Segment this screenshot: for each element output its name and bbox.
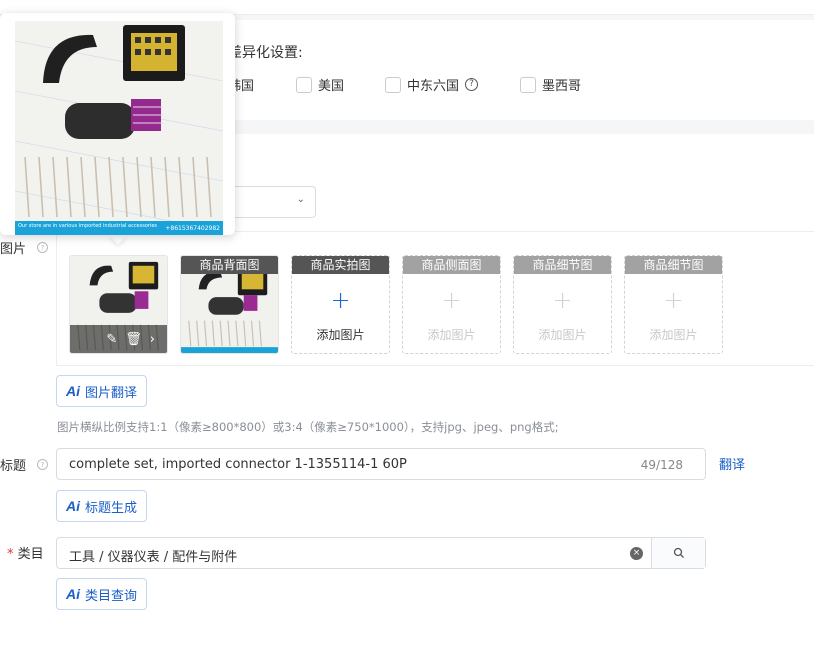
title-generate-button[interactable]: Ai 标题生成 (56, 490, 148, 522)
middle-east-label: 中东六国 (407, 79, 460, 94)
image-translate-button[interactable]: Ai 图片翻译 (56, 375, 148, 407)
image-translate-label: 图片翻译 (85, 385, 138, 401)
title-input[interactable]: complete set, imported connector 1-13551… (56, 448, 706, 480)
chevron-down-icon: ⌄ (296, 194, 305, 205)
preview-phone: +8615367402982 (165, 225, 220, 232)
add-image-label: 添加图片 (538, 328, 587, 342)
slot-header: 商品实拍图 (292, 256, 389, 274)
title-generate-label: 标题生成 (85, 500, 138, 516)
slot-header: 商品细节图 (514, 256, 611, 274)
help-icon[interactable]: ? (465, 78, 479, 91)
add-image-label: 添加图片 (649, 328, 698, 342)
title-translate-link[interactable]: 翻译 (719, 454, 745, 473)
slot-header: 商品背面图 (181, 256, 278, 274)
category-search-button[interactable] (651, 538, 705, 568)
required-marker: * (7, 547, 18, 562)
preview-image: Our store are in various imported indust… (15, 21, 223, 235)
images-label: 图片 (0, 242, 27, 257)
clear-icon[interactable]: × (630, 547, 643, 560)
ai-icon: Ai (66, 586, 80, 602)
title-value: complete set, imported connector 1-13551… (69, 457, 407, 472)
country-checkbox-mexico[interactable]: 墨西哥 (520, 75, 581, 94)
plus-icon: + (330, 286, 351, 314)
ai-icon: Ai (66, 498, 80, 514)
category-label-text: 类目 (17, 547, 44, 562)
image-slot-detail-2[interactable]: 商品细节图 + 添加图片 (624, 255, 723, 354)
help-icon[interactable]: ? (37, 242, 48, 253)
product-photo-large (15, 21, 223, 235)
edit-icon[interactable]: ✎ (106, 332, 117, 347)
country-checkbox-usa[interactable]: 美国 (296, 75, 344, 94)
country-checkbox-middle-east[interactable]: 中东六国 ? (385, 75, 479, 94)
image-slot-back[interactable]: 商品背面图 (180, 255, 279, 354)
title-counter: 49/128 (640, 458, 683, 472)
plus-icon: + (552, 286, 573, 314)
slot-header: 商品细节图 (625, 256, 722, 274)
add-image-label: 添加图片 (316, 328, 365, 342)
delete-icon[interactable]: 🗑 (125, 332, 142, 347)
differentiation-title: 差异化设置: (228, 45, 303, 61)
category-value: 工具 / 仪器仪表 / 配件与附件 (69, 550, 238, 565)
image-slot-side[interactable]: 商品侧面图 + 添加图片 (402, 255, 501, 354)
usa-label: 美国 (318, 79, 345, 94)
slot-header: 商品侧面图 (403, 256, 500, 274)
product-edit-page: 行 差异化设置: 韩国 美国 中东六国 ? 墨西哥 ⌄ i 图片 ? (0, 0, 814, 646)
category-query-button[interactable]: Ai 类目查询 (56, 578, 148, 610)
checkbox-icon[interactable] (296, 76, 312, 93)
category-label: * 类目 (7, 543, 44, 562)
help-icon[interactable]: ? (37, 459, 48, 470)
search-icon (673, 547, 684, 558)
checkbox-icon[interactable] (385, 76, 401, 93)
image-slot-real-shot[interactable]: 商品实拍图 + 添加图片 (291, 255, 390, 354)
add-image-label: 添加图片 (427, 328, 476, 342)
image-hint: 图片横纵比例支持1:1（像素≥800*800）或3:4（像素≥750*1000）… (57, 420, 559, 434)
checkbox-icon[interactable] (520, 76, 536, 93)
mexico-label: 墨西哥 (542, 79, 582, 94)
plus-icon: + (663, 286, 684, 314)
image-preview-popover: Our store are in various imported indust… (0, 13, 235, 235)
ai-icon: Ai (66, 383, 80, 399)
image-slot-detail-1[interactable]: 商品细节图 + 添加图片 (513, 255, 612, 354)
plus-icon: + (441, 286, 462, 314)
divider (56, 365, 814, 366)
divider (56, 231, 57, 365)
image-slot-main[interactable]: ✎ 🗑 › (69, 255, 168, 354)
title-label: 标题 (0, 459, 27, 474)
category-input[interactable]: 工具 / 仪器仪表 / 配件与附件 × (56, 537, 706, 569)
partial-select[interactable]: ⌄ (225, 186, 316, 218)
chevron-right-icon[interactable]: › (150, 332, 155, 347)
category-query-label: 类目查询 (85, 588, 138, 604)
image-toolbar: ✎ 🗑 › (70, 325, 167, 353)
